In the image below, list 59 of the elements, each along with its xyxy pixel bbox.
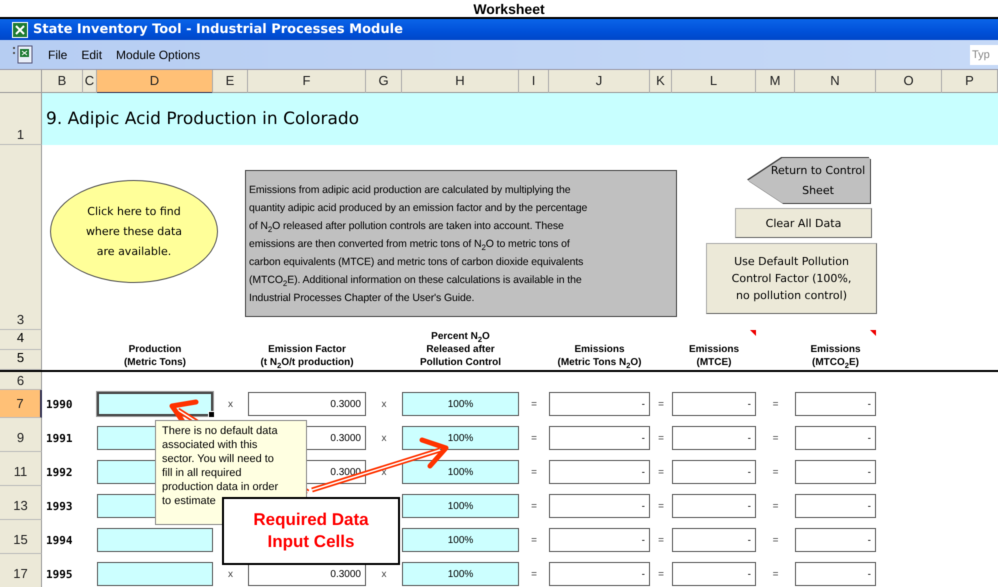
multiply-sign: x [382, 398, 386, 410]
page-heading: Worksheet [473, 2, 545, 17]
emissions-n2o-cell: - [549, 426, 650, 450]
equals-sign: = [531, 466, 537, 478]
year-label: 1995 [45, 566, 74, 582]
sheet-title: 9. Adipic Acid Production in Colorado [42, 93, 998, 145]
emissions-mtco2e-cell: - [795, 392, 876, 416]
emissions-mtce-cell: - [672, 460, 756, 484]
window-title: State Inventory Tool - Industrial Processes Module [33, 22, 403, 37]
year-label: 1991 [45, 430, 74, 446]
equals-sign: = [772, 432, 778, 444]
description-text: Emissions from adipic acid production are calculated by multiplying the quantity adipic acid produced by an emission factor and by the percentage of N$_{2}$O released after pollution controls are taken into account. These emissions are then converted from metric tons of N$_{2}$O to metric tons of carbon equivalents (MTCE) and metric tons of carbon dioxide equivalents (MTCO$_{2}$E). Additional information on these calculations is available in the Industrial Processes Chapter of the User's Guide. [245, 170, 677, 317]
emissions-n2o-cell: - [549, 562, 650, 586]
emissions-mtco2e-cell: - [795, 460, 876, 484]
year-label: 1990 [45, 396, 74, 412]
emissions-mtce-cell: - [672, 562, 756, 586]
multiply-sign: x [382, 568, 386, 580]
equals-sign: = [772, 568, 778, 580]
equals-sign: = [772, 534, 778, 546]
equals-sign: = [658, 398, 664, 410]
emissions-mtce-cell: - [672, 494, 756, 518]
emissions-n2o-cell: - [549, 528, 650, 552]
equals-sign: = [531, 398, 537, 410]
equals-sign: = [658, 568, 664, 580]
year-label: 1993 [45, 498, 74, 514]
equals-sign: = [658, 534, 664, 546]
emissions-mtce-cell: - [672, 528, 756, 552]
emissions-n2o-cell: - [549, 494, 650, 518]
callout-label: Required Data Input Cells [222, 497, 400, 565]
equals-sign: = [531, 500, 537, 512]
year-label: 1992 [45, 464, 74, 480]
equals-sign: = [658, 432, 664, 444]
equals-sign: = [772, 398, 778, 410]
column-heading: Emissions (MTCO$_{2}$E) [810, 343, 861, 369]
emissions-mtco2e-cell: - [795, 528, 876, 552]
equals-sign: = [658, 466, 664, 478]
column-heading: Emissions (MTCE) [688, 343, 740, 369]
column-heading: Emissions (Metric Tons N$_{2}$O) [558, 343, 642, 369]
equals-sign: = [531, 534, 537, 546]
multiply-sign: x [228, 568, 233, 580]
equals-sign: = [772, 466, 778, 478]
multiply-sign: x [382, 466, 386, 478]
equals-sign: = [531, 568, 537, 580]
equals-sign: = [772, 500, 778, 512]
column-heading: Production (Metric Tons) [124, 343, 186, 369]
emissions-mtce-cell: - [672, 426, 756, 450]
multiply-sign: x [228, 398, 233, 410]
column-heading: Emission Factor (t N$_{2}$O/t production) [260, 343, 354, 369]
equals-sign: = [531, 432, 537, 444]
emissions-mtco2e-cell: - [795, 562, 876, 586]
emissions-n2o-cell: - [549, 392, 650, 416]
multiply-sign: x [382, 432, 386, 444]
emissions-n2o-cell: - [549, 460, 650, 484]
emissions-mtco2e-cell: - [795, 494, 876, 518]
year-label: 1994 [45, 532, 74, 548]
emissions-mtce-cell: - [672, 392, 756, 416]
column-heading: Percent N$_{2}$O Released after Pollution Control [420, 330, 502, 369]
emissions-mtco2e-cell: - [795, 426, 876, 450]
equals-sign: = [658, 500, 664, 512]
